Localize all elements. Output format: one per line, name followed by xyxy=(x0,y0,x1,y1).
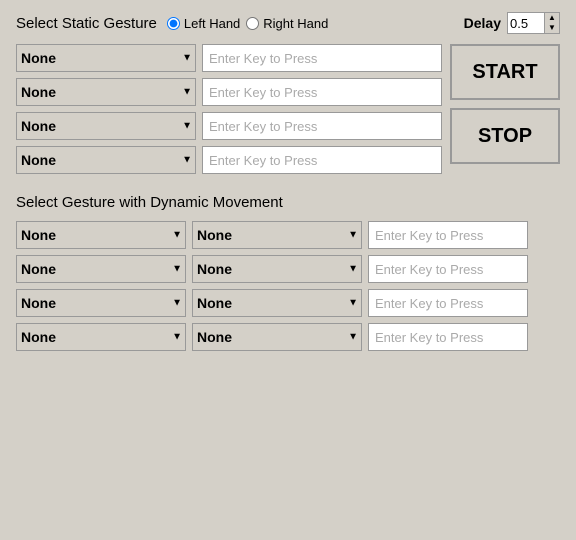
dynamic-select-wrap-1b: NoneFistOpen xyxy=(192,255,362,283)
static-section-header: Select Static Gesture Left Hand Right Ha… xyxy=(16,12,560,34)
right-hand-radio[interactable] xyxy=(246,17,259,30)
dynamic-gesture-select-1a[interactable]: NoneFistOpen xyxy=(16,255,186,283)
left-hand-label: Left Hand xyxy=(184,16,240,31)
static-select-wrap-0: NoneFistOpenPinch xyxy=(16,44,196,72)
start-button[interactable]: START xyxy=(450,44,560,100)
static-left-col: NoneFistOpenPinch NoneFistOpen NoneFistO… xyxy=(16,44,442,180)
dynamic-gesture-select-3b[interactable]: NoneFistOpen xyxy=(192,323,362,351)
left-hand-radio[interactable] xyxy=(167,17,180,30)
static-key-input-0[interactable] xyxy=(202,44,442,72)
dynamic-select-wrap-1a: NoneFistOpen xyxy=(16,255,186,283)
main-container: Select Static Gesture Left Hand Right Ha… xyxy=(0,0,576,369)
stop-button[interactable]: STOP xyxy=(450,108,560,164)
left-hand-radio-label[interactable]: Left Hand xyxy=(167,16,240,31)
static-select-wrap-1: NoneFistOpen xyxy=(16,78,196,106)
dynamic-key-input-0[interactable] xyxy=(368,221,528,249)
delay-group: Delay ▲ ▼ xyxy=(464,12,560,34)
hand-radio-group: Left Hand Right Hand xyxy=(167,16,328,31)
delay-input[interactable] xyxy=(508,15,544,32)
static-key-input-3[interactable] xyxy=(202,146,442,174)
dynamic-key-input-3[interactable] xyxy=(368,323,528,351)
static-row-2: NoneFistOpen xyxy=(16,112,442,140)
dynamic-gesture-select-3a[interactable]: NoneFistOpen xyxy=(16,323,186,351)
dynamic-select-wrap-3a: NoneFistOpen xyxy=(16,323,186,351)
delay-down-button[interactable]: ▼ xyxy=(545,23,559,33)
dynamic-key-input-2[interactable] xyxy=(368,289,528,317)
static-row-0: NoneFistOpenPinch xyxy=(16,44,442,72)
static-row-1: NoneFistOpen xyxy=(16,78,442,106)
static-select-wrap-2: NoneFistOpen xyxy=(16,112,196,140)
static-select-wrap-3: NoneFistOpen xyxy=(16,146,196,174)
static-row-3: NoneFistOpen xyxy=(16,146,442,174)
delay-up-button[interactable]: ▲ xyxy=(545,13,559,23)
static-gesture-select-2[interactable]: NoneFistOpen xyxy=(16,112,196,140)
dynamic-gesture-select-2a[interactable]: NoneFistOpen xyxy=(16,289,186,317)
dynamic-row-3: NoneFistOpen NoneFistOpen xyxy=(16,323,560,351)
dynamic-row-2: NoneFistOpen NoneFistOpen xyxy=(16,289,560,317)
delay-label: Delay xyxy=(464,15,501,31)
static-rows-section: NoneFistOpenPinch NoneFistOpen NoneFistO… xyxy=(16,44,560,180)
dynamic-section: NoneFistOpen NoneFistOpen NoneFistOpen N… xyxy=(16,221,560,351)
dynamic-gesture-select-1b[interactable]: NoneFistOpen xyxy=(192,255,362,283)
dynamic-select-wrap-0b: NoneFistOpen xyxy=(192,221,362,249)
static-gesture-select-3[interactable]: NoneFistOpen xyxy=(16,146,196,174)
dynamic-select-wrap-3b: NoneFistOpen xyxy=(192,323,362,351)
dynamic-gesture-select-0b[interactable]: NoneFistOpen xyxy=(192,221,362,249)
dynamic-row-0: NoneFistOpen NoneFistOpen xyxy=(16,221,560,249)
dynamic-key-input-1[interactable] xyxy=(368,255,528,283)
dynamic-gesture-select-2b[interactable]: NoneFistOpen xyxy=(192,289,362,317)
dynamic-row-1: NoneFistOpen NoneFistOpen xyxy=(16,255,560,283)
static-right-col: START STOP xyxy=(450,44,560,180)
delay-spinner: ▲ ▼ xyxy=(544,13,559,33)
dynamic-select-wrap-2a: NoneFistOpen xyxy=(16,289,186,317)
dynamic-select-wrap-0a: NoneFistOpen xyxy=(16,221,186,249)
dynamic-section-title: Select Gesture with Dynamic Movement xyxy=(16,194,560,211)
static-section-title: Select Static Gesture xyxy=(16,15,157,32)
dynamic-gesture-select-0a[interactable]: NoneFistOpen xyxy=(16,221,186,249)
delay-input-wrap: ▲ ▼ xyxy=(507,12,560,34)
static-key-input-2[interactable] xyxy=(202,112,442,140)
static-key-input-1[interactable] xyxy=(202,78,442,106)
static-gesture-select-0[interactable]: NoneFistOpenPinch xyxy=(16,44,196,72)
dynamic-select-wrap-2b: NoneFistOpen xyxy=(192,289,362,317)
right-hand-radio-label[interactable]: Right Hand xyxy=(246,16,328,31)
right-hand-label: Right Hand xyxy=(263,16,328,31)
static-gesture-select-1[interactable]: NoneFistOpen xyxy=(16,78,196,106)
